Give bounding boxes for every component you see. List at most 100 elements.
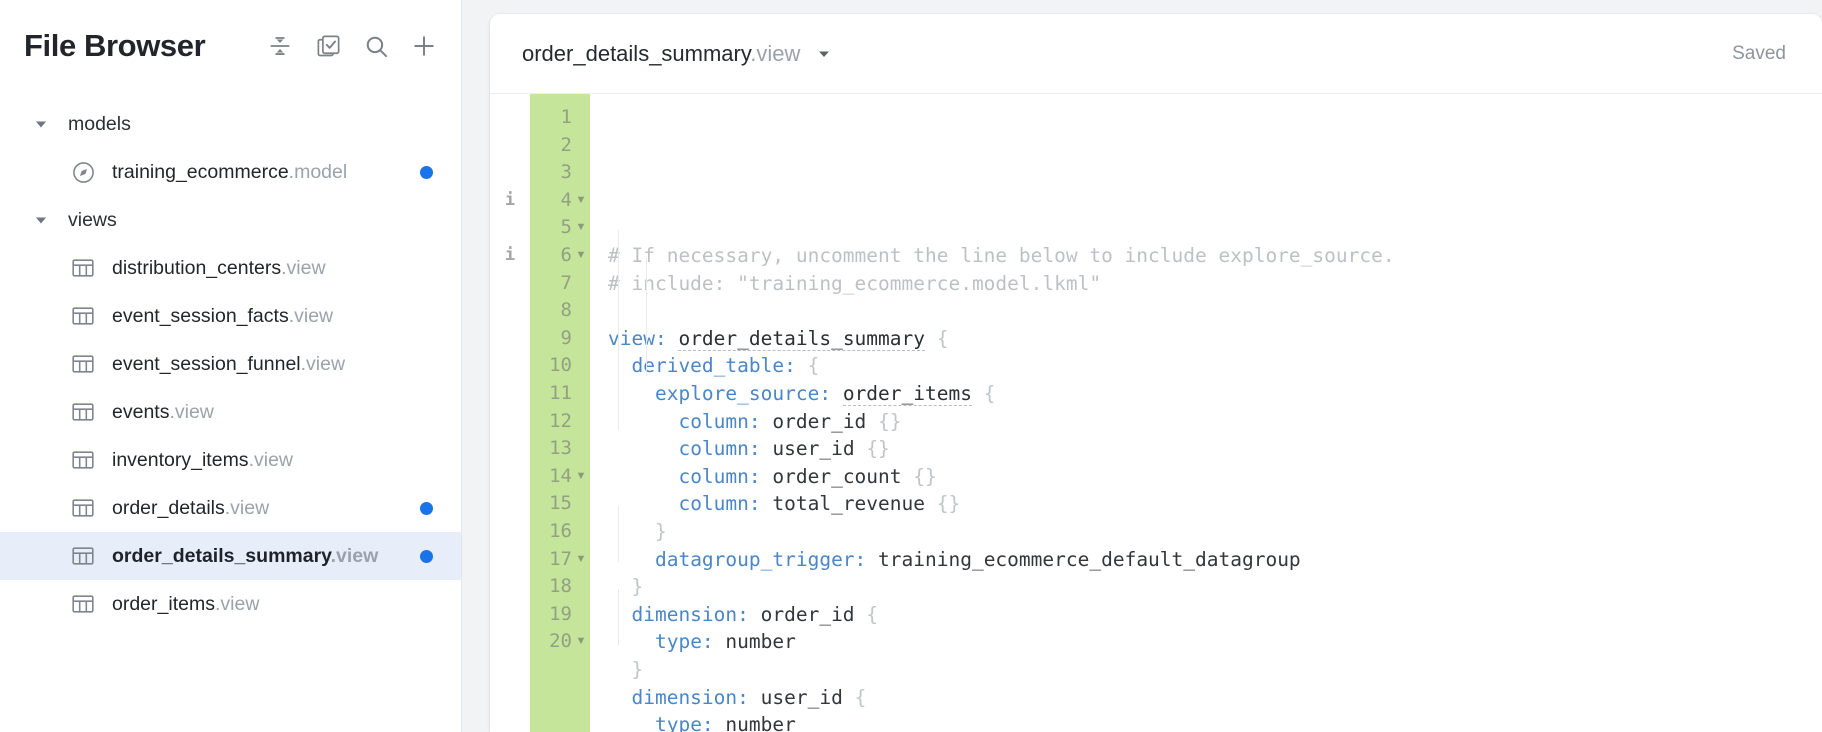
editor-file-title[interactable]: order_details_summary.view — [522, 41, 800, 67]
tree-folder-label: views — [68, 208, 117, 231]
fold-empty — [572, 159, 590, 187]
line-info-empty — [490, 435, 530, 463]
fold-toggle-icon[interactable]: ▼ — [572, 463, 590, 491]
search-icon[interactable] — [361, 31, 391, 61]
tree-file-label: event_session_facts.view — [112, 304, 334, 327]
tree-file-label: order_details_summary.view — [112, 544, 379, 567]
file-tree: models training_ecommerce.modelviews distr… — [0, 92, 461, 628]
tree-file-event_session_facts[interactable]: event_session_facts.view — [0, 292, 461, 340]
code-line[interactable]: } — [608, 573, 1822, 601]
line-info-empty — [490, 270, 530, 298]
code-fold-gutter[interactable]: ▼ ▼ ▼ ▼ ▼ ▼ — [572, 94, 590, 732]
code-line[interactable] — [608, 297, 1822, 325]
line-info-empty — [490, 297, 530, 325]
page-title: File Browser — [24, 28, 206, 63]
code-content[interactable]: # If necessary, uncomment the line below… — [590, 94, 1822, 732]
fold-toggle-icon[interactable]: ▼ — [572, 628, 590, 656]
line-number: 6 — [560, 243, 572, 266]
fold-empty — [572, 601, 590, 629]
fold-toggle-icon[interactable]: ▼ — [572, 187, 590, 215]
code-line[interactable]: datagroup_trigger: training_ecommerce_de… — [608, 546, 1822, 574]
view-icon — [70, 495, 96, 521]
code-line[interactable]: view: order_details_summary { — [608, 325, 1822, 353]
tree-file-training_ecommerce[interactable]: training_ecommerce.model — [0, 148, 461, 196]
tree-file-label: order_details.view — [112, 496, 270, 519]
tree-file-order_items[interactable]: order_items.view — [0, 580, 461, 628]
view-icon — [70, 399, 96, 425]
chevron-down-icon[interactable] — [816, 46, 832, 62]
view-icon — [70, 447, 96, 473]
line-info-icon[interactable]: i — [490, 242, 530, 270]
line-info-empty — [490, 408, 530, 436]
line-info-empty — [490, 104, 530, 132]
line-info-empty — [490, 490, 530, 518]
code-line[interactable]: column: total_revenue {} — [608, 490, 1822, 518]
tree-file-label: training_ecommerce.model — [112, 160, 348, 183]
code-line[interactable]: dimension: order_id { — [608, 601, 1822, 629]
code-line[interactable]: column: order_count {} — [608, 463, 1822, 491]
code-line[interactable]: # include: "training_ecommerce.model.lkm… — [608, 270, 1822, 298]
view-icon — [70, 303, 96, 329]
code-line[interactable]: column: order_id {} — [608, 408, 1822, 436]
tree-file-inventory_items[interactable]: inventory_items.view — [0, 436, 461, 484]
line-number: 10 — [549, 354, 572, 377]
code-line[interactable]: # If necessary, uncomment the line below… — [608, 242, 1822, 270]
line-number: 7 — [560, 271, 572, 294]
tree-folder-models[interactable]: models — [0, 100, 461, 148]
code-line[interactable]: explore_source: order_items { — [608, 380, 1822, 408]
fold-toggle-icon[interactable]: ▼ — [572, 242, 590, 270]
code-line[interactable]: } — [608, 518, 1822, 546]
tree-file-order_details[interactable]: order_details.view — [0, 484, 461, 532]
line-number: 8 — [560, 299, 572, 322]
line-number: 15 — [549, 492, 572, 515]
code-line[interactable]: derived_table: { — [608, 352, 1822, 380]
fold-empty — [572, 518, 590, 546]
line-number: 12 — [549, 409, 572, 432]
line-info-empty — [490, 518, 530, 546]
line-info-empty — [490, 546, 530, 574]
code-editor[interactable]: ii 1 2 3 4 5 6 7 8 9 10 11 12 13 14 15 16 17 18 19 20 ▼ ▼ ▼ ▼ ▼… — [490, 94, 1822, 732]
fold-empty — [572, 380, 590, 408]
line-info-empty — [490, 380, 530, 408]
collapse-all-icon[interactable] — [265, 31, 295, 61]
code-line[interactable]: dimension: user_id { — [608, 684, 1822, 712]
caret-down-icon[interactable] — [34, 117, 56, 131]
line-info-icon[interactable]: i — [490, 187, 530, 215]
line-info-empty — [490, 628, 530, 656]
code-line[interactable]: } — [608, 656, 1822, 684]
tree-file-order_details_summary[interactable]: order_details_summary.view — [0, 532, 461, 580]
view-icon — [70, 351, 96, 377]
unsaved-changes-dot — [420, 501, 433, 515]
model-icon — [70, 159, 96, 185]
tree-folder-views[interactable]: views — [0, 196, 461, 244]
code-line[interactable]: type: number — [608, 711, 1822, 732]
fold-toggle-icon[interactable]: ▼ — [572, 214, 590, 242]
add-icon[interactable] — [409, 31, 439, 61]
select-files-icon[interactable] — [313, 31, 343, 61]
line-number: 13 — [549, 437, 572, 460]
tree-file-distribution_centers[interactable]: distribution_centers.view — [0, 244, 461, 292]
code-line[interactable]: column: user_id {} — [608, 435, 1822, 463]
line-number: 1 — [560, 106, 572, 128]
editor-pane: order_details_summary.view Saved ii 1234… — [462, 0, 1822, 732]
looker-ide-window: File Browser models training_ecommerce.m… — [0, 0, 1822, 732]
line-info-empty — [490, 159, 530, 187]
line-info-empty — [490, 352, 530, 380]
unsaved-changes-dot — [420, 165, 433, 179]
tree-file-label: event_session_funnel.view — [112, 352, 346, 375]
line-number: 5 — [560, 216, 572, 239]
annotation-gutter: ii — [490, 94, 530, 732]
view-icon — [70, 543, 96, 569]
tree-file-event_session_funnel[interactable]: event_session_funnel.view — [0, 340, 461, 388]
caret-down-icon[interactable] — [34, 213, 56, 227]
line-number: 14 — [549, 464, 572, 487]
view-icon — [70, 591, 96, 617]
tree-file-events[interactable]: events.view — [0, 388, 461, 436]
code-line[interactable]: type: number — [608, 628, 1822, 656]
line-number: 11 — [549, 381, 572, 404]
fold-toggle-icon[interactable]: ▼ — [572, 546, 590, 574]
fold-empty — [572, 435, 590, 463]
fold-empty — [572, 297, 590, 325]
unsaved-changes-dot — [420, 549, 433, 563]
tree-file-label: events.view — [112, 400, 214, 423]
